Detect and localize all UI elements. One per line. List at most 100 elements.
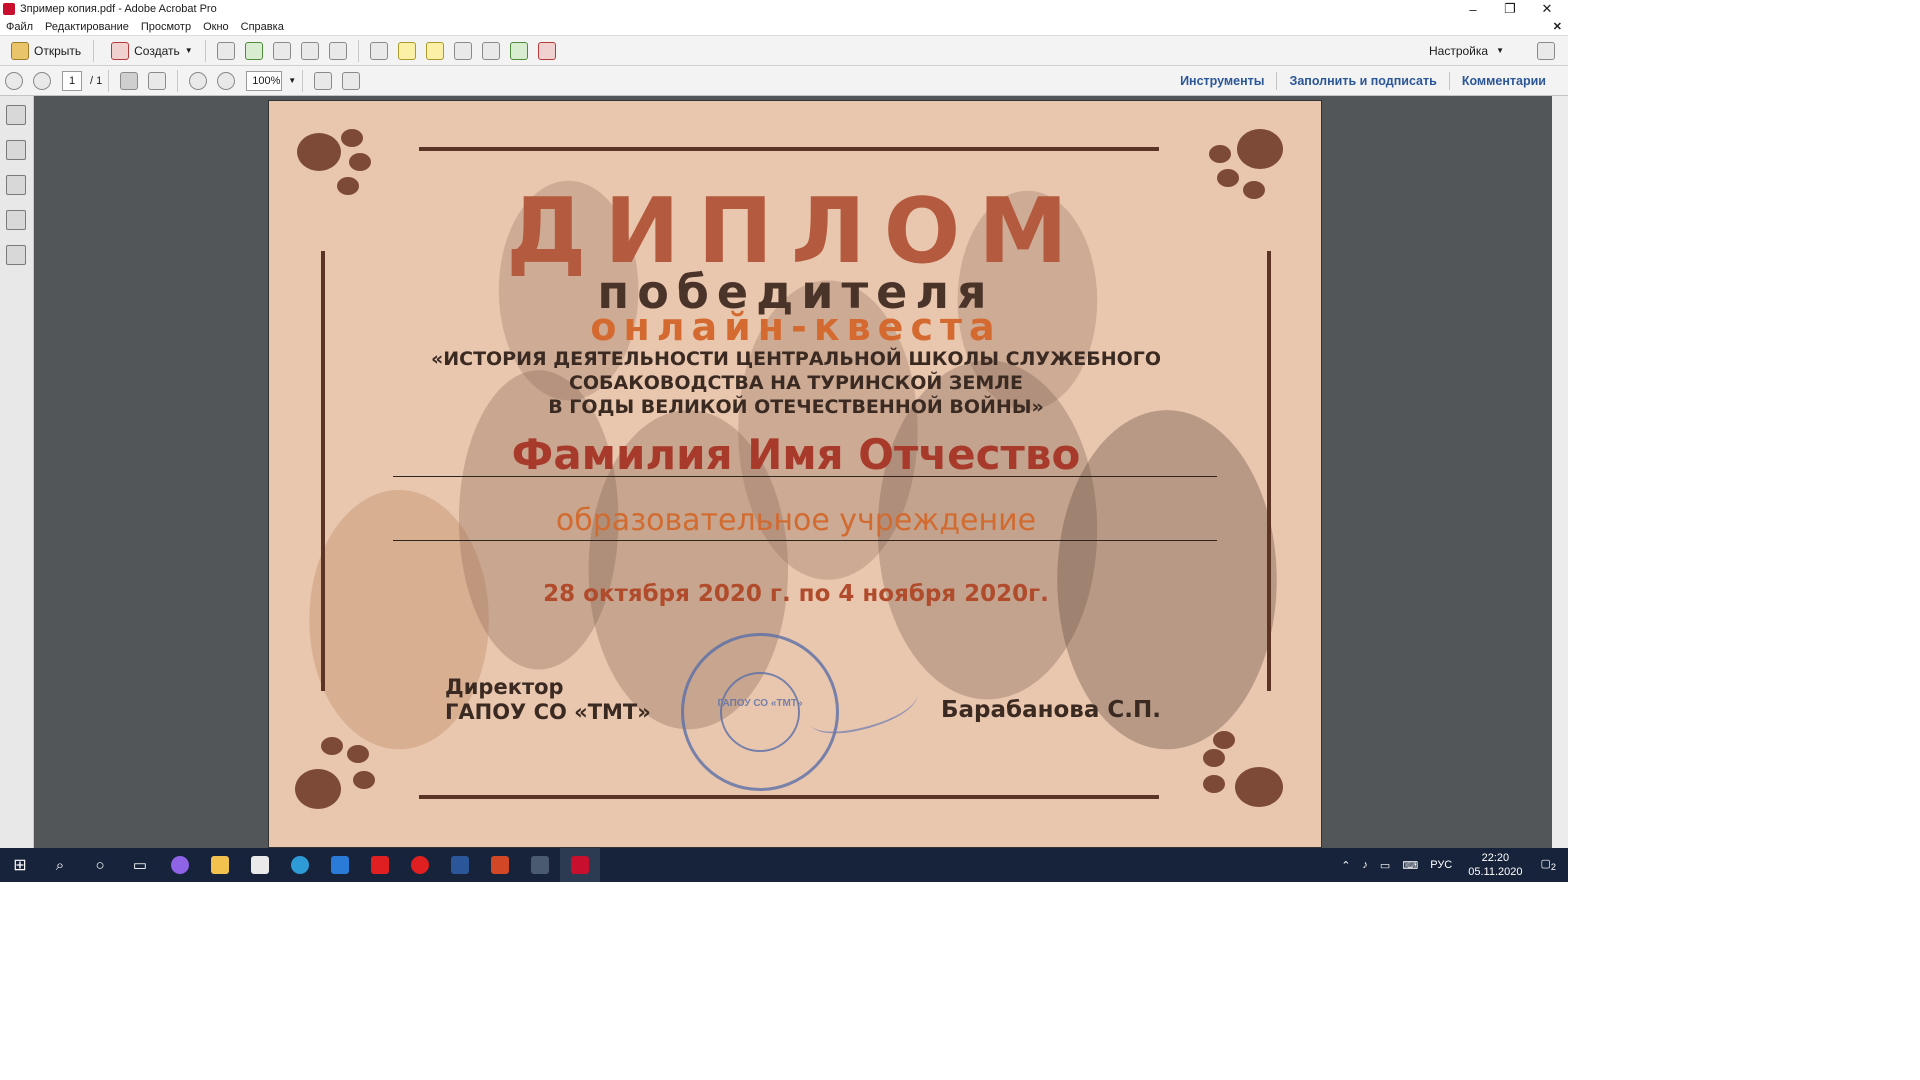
clock-time: 22:20 [1481,852,1510,864]
file-explorer-icon[interactable] [200,848,240,882]
toolbar-divider [204,39,206,62]
clock-date: 05.11.2020 [1468,866,1523,878]
chevron-down-icon: ▼ [184,46,193,55]
stamp-inner-ring [720,672,800,752]
print-icon[interactable] [272,41,291,60]
save-icon[interactable] [216,41,235,60]
menu-file[interactable]: Файл [0,21,39,33]
menu-view[interactable]: Просмотр [135,21,197,33]
window-title: Зпример копия.pdf - Adobe Acrobat Pro [20,3,217,15]
comments-panel-link[interactable]: Комментарии [1450,74,1558,88]
network-icon[interactable]: ▭ [1374,859,1396,872]
zoom-in-icon[interactable] [217,71,236,90]
edge-browser-icon[interactable] [280,848,320,882]
frame-bottom-border [419,795,1159,799]
close-document-button[interactable]: ✕ [1553,20,1562,33]
page-thumbnails-icon[interactable] [6,105,26,125]
attach-icon[interactable] [453,41,472,60]
keyboard-icon[interactable]: ⌨ [1396,859,1424,872]
store-icon[interactable] [240,848,280,882]
subject-line: В ГОДЫ ВЕЛИКОЙ ОТЕЧЕСТВЕННОЙ ВОЙНЫ» [548,396,1044,418]
notifications-icon[interactable]: ▢2 [1533,857,1569,872]
yandex-icon[interactable] [360,848,400,882]
customize-button[interactable]: Настройка ▼ [1423,39,1510,63]
settings-icon[interactable] [369,41,388,60]
comment-icon[interactable] [397,41,416,60]
cloud-upload-icon[interactable] [244,41,263,60]
notification-count: 2 [1550,862,1556,873]
menu-help[interactable]: Справка [235,21,290,33]
main-toolbar: Открыть Создать ▼ Настройка ▼ [0,35,1568,66]
menu-edit[interactable]: Редактирование [39,21,135,33]
maximize-button[interactable]: ❐ [1491,0,1529,18]
open-label: Открыть [34,43,82,58]
language-indicator[interactable]: РУС [1424,859,1458,871]
sign-icon[interactable] [537,41,556,60]
export-icon[interactable] [509,41,528,60]
title-bar: Зпример копия.pdf - Adobe Acrobat Pro – … [0,0,1568,18]
folder-icon [11,41,29,60]
menu-window[interactable]: Окно [197,21,235,33]
start-button[interactable]: ⊞ [0,848,40,882]
chevron-down-icon: ▼ [1496,46,1504,55]
select-tool-icon[interactable] [120,71,139,90]
subject-line: «ИСТОРИЯ ДЕЯТЕЛЬНОСТИ ЦЕНТРАЛЬНОЙ ШКОЛЫ … [430,348,1162,370]
volume-icon[interactable]: ♪ [1356,859,1374,871]
zoom-input[interactable]: 100% [246,70,283,91]
expand-icon[interactable] [1537,41,1555,60]
stamp-icon[interactable] [481,41,500,60]
clock[interactable]: 22:20 05.11.2020 [1458,851,1532,879]
page-number-input[interactable]: 1 [62,70,82,91]
tools-panel-link[interactable]: Инструменты [1168,74,1276,88]
calculator-icon[interactable] [520,848,560,882]
mail-icon[interactable] [320,848,360,882]
close-button[interactable]: ✕ [1528,0,1566,18]
powerpoint-icon[interactable] [480,848,520,882]
quest-title: онлайн-квеста [590,305,1002,349]
toolbar-divider [302,69,304,92]
vertical-scrollbar[interactable] [1552,96,1568,848]
zoom-dropdown-icon[interactable]: ▼ [288,76,296,85]
toolbar-divider [93,39,95,62]
frame-top-border [419,147,1159,151]
word-icon[interactable] [440,848,480,882]
create-pdf-icon [111,41,130,60]
navigation-pane [0,96,34,848]
cortana-icon[interactable]: ○ [80,848,120,882]
director-line: ГАПОУ СО «ТМТ» [445,700,651,724]
page-total: / 1 [90,74,103,87]
edit-document-icon[interactable] [300,41,319,60]
subject-line: СОБАКОВОДСТВА НА ТУРИНСКОЙ ЗЕМЛЕ [568,372,1024,394]
navigation-toolbar: 1 / 1 100% ▼ Инструменты Заполнить и под… [0,66,1568,96]
yandex-browser-icon[interactable] [400,848,440,882]
chevron-up-icon[interactable]: ⌃ [1335,859,1356,872]
previous-page-icon[interactable] [5,71,23,90]
next-page-icon[interactable] [33,71,51,90]
task-panels: Инструменты Заполнить и подписать Коммен… [1168,66,1558,96]
search-icon[interactable]: ⌕ [40,848,80,882]
alice-assistant-icon[interactable] [160,848,200,882]
layers-icon[interactable] [6,210,26,230]
minimize-button[interactable]: – [1454,0,1492,18]
acrobat-taskbar-icon[interactable] [560,848,600,882]
director-title: Директор ГАПОУ СО «ТМТ» [445,675,651,725]
fit-width-icon[interactable] [314,71,333,90]
quest-dates: 28 октября 2020 г. по 4 ноября 2020г. [543,581,1049,607]
open-button[interactable]: Открыть [0,39,87,63]
fill-sign-panel-link[interactable]: Заполнить и подписать [1277,74,1448,88]
organization-underline [393,540,1217,541]
fit-page-icon[interactable] [342,71,361,90]
email-icon[interactable] [328,41,347,60]
create-button[interactable]: Создать ▼ [100,39,199,63]
task-view-icon[interactable]: ▭ [120,848,160,882]
signatures-icon[interactable] [6,245,26,265]
zoom-out-icon[interactable] [189,71,208,90]
hand-tool-icon[interactable] [148,71,167,90]
menu-bar: Файл Редактирование Просмотр Окно Справк… [0,18,1568,35]
pdf-page: ДИПЛОМ победителя онлайн-квеста «ИСТОРИЯ… [268,100,1322,848]
highlight-icon[interactable] [425,41,444,60]
bookmarks-icon[interactable] [6,140,26,160]
paw-print-icon [291,733,381,823]
quest-subject: «ИСТОРИЯ ДЕЯТЕЛЬНОСТИ ЦЕНТРАЛЬНОЙ ШКОЛЫ … [329,347,1263,419]
attachments-icon[interactable] [6,175,26,195]
